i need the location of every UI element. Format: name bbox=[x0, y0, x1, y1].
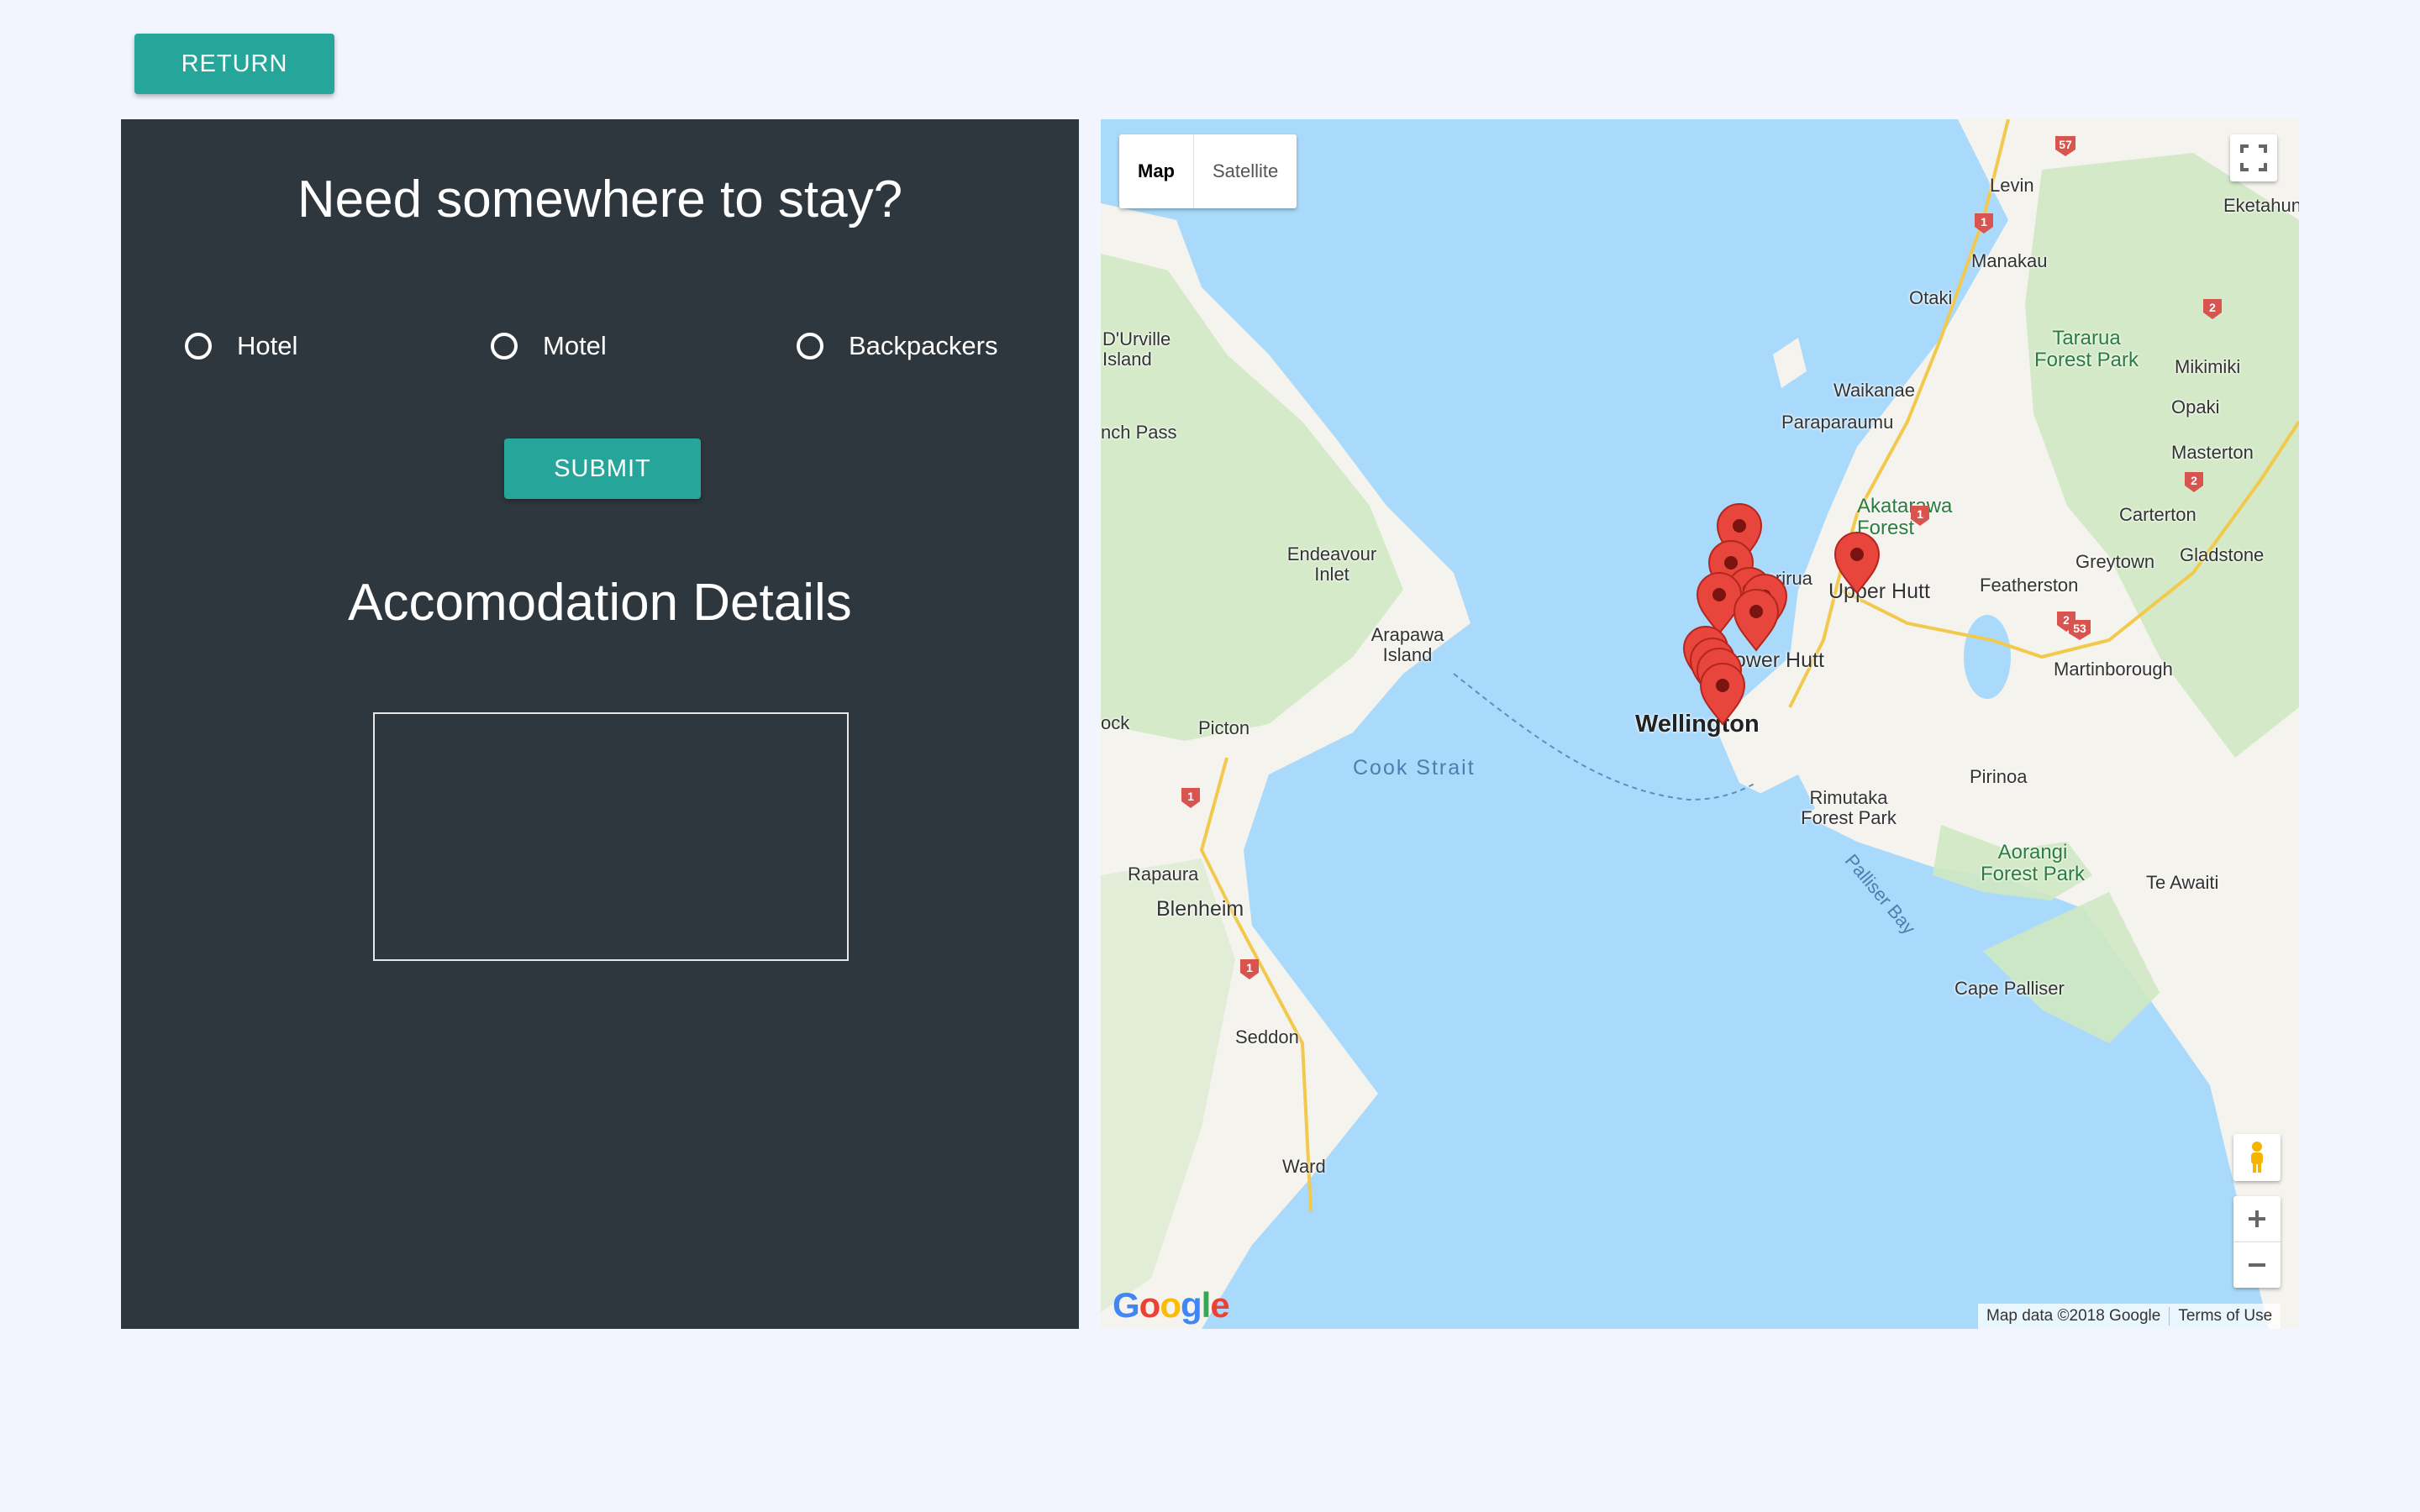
zoom-out-button[interactable] bbox=[2233, 1242, 2281, 1288]
fullscreen-button[interactable] bbox=[2230, 134, 2277, 181]
radio-hotel[interactable]: Hotel bbox=[185, 321, 297, 371]
accommodation-panel: Need somewhere to stay? Hotel Motel Back… bbox=[121, 119, 1079, 1329]
submit-button[interactable]: SUBMIT bbox=[504, 438, 701, 499]
google-logo[interactable]: Google bbox=[1113, 1285, 1230, 1326]
fullscreen-icon bbox=[2240, 144, 2267, 171]
details-title: Accomodation Details bbox=[348, 574, 852, 632]
street-view-button[interactable] bbox=[2233, 1134, 2281, 1181]
radio-motel[interactable]: Motel bbox=[491, 321, 607, 371]
pegman-icon bbox=[2251, 1142, 2263, 1173]
map-type-satellite-button[interactable]: Satellite bbox=[1194, 134, 1297, 208]
radio-circle-icon[interactable] bbox=[491, 333, 518, 360]
map-type-map-button[interactable]: Map bbox=[1119, 134, 1194, 208]
map-data-text: Map data ©2018 Google bbox=[1986, 1307, 2161, 1325]
radio-circle-icon[interactable] bbox=[185, 333, 212, 360]
map[interactable]: Levin Eketahuna Manakau Otaki D'Urville … bbox=[1101, 119, 2299, 1329]
markers-layer bbox=[1683, 503, 1880, 725]
google-logo-letter: e bbox=[1210, 1285, 1229, 1325]
radio-circle-icon[interactable] bbox=[797, 333, 823, 360]
radio-label-hotel: Hotel bbox=[237, 331, 298, 360]
map-marker[interactable] bbox=[1697, 572, 1742, 634]
map-marker[interactable] bbox=[1733, 589, 1779, 651]
minus-icon bbox=[2249, 1263, 2265, 1267]
map-type-control: Map Satellite bbox=[1119, 134, 1297, 208]
radio-label-backpackers: Backpackers bbox=[849, 331, 998, 360]
google-logo-letter: G bbox=[1113, 1285, 1140, 1325]
radio-backpackers[interactable]: Backpackers bbox=[797, 321, 997, 371]
google-logo-letter: g bbox=[1180, 1285, 1202, 1325]
map-marker[interactable] bbox=[1700, 663, 1745, 725]
google-logo-letter: o bbox=[1160, 1285, 1181, 1325]
return-button[interactable]: RETURN bbox=[134, 34, 334, 94]
plus-icon bbox=[2249, 1210, 2265, 1227]
radio-label-motel: Motel bbox=[543, 331, 607, 360]
details-box bbox=[373, 712, 849, 961]
map-marker[interactable] bbox=[1834, 532, 1880, 594]
google-logo-letter: l bbox=[1201, 1285, 1212, 1325]
terms-of-use-link[interactable]: Terms of Use bbox=[2169, 1307, 2281, 1326]
google-logo-letter: o bbox=[1139, 1285, 1161, 1325]
zoom-in-button[interactable] bbox=[2233, 1196, 2281, 1242]
map-attribution: Map data ©2018 Google Terms of Use bbox=[1978, 1304, 2281, 1329]
form-title: Need somewhere to stay? bbox=[297, 171, 903, 228]
